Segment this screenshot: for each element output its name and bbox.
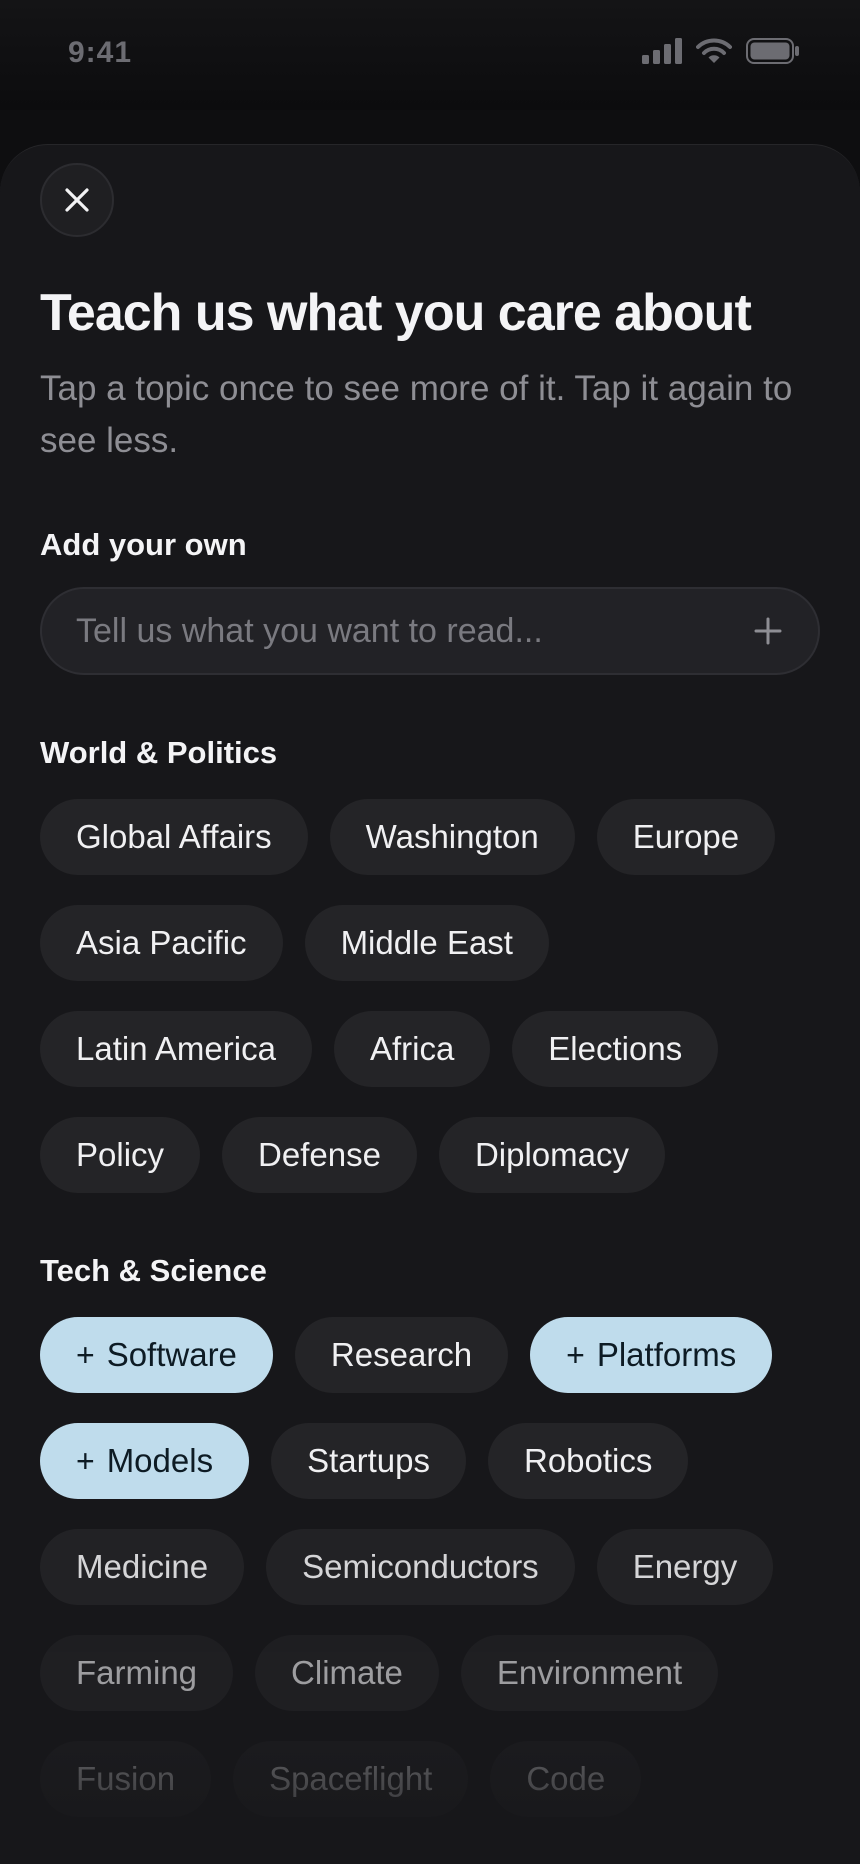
topic-chip[interactable]: Fusion	[40, 1741, 212, 1817]
topic-chip[interactable]: Diplomacy	[438, 1117, 665, 1193]
topic-chip-label: Models	[106, 1442, 214, 1479]
topic-chip[interactable]: Spaceflight	[233, 1741, 469, 1817]
topic-chip[interactable]: Elections	[512, 1011, 719, 1087]
topic-chip[interactable]: Asia Pacific	[40, 905, 283, 981]
section-title-world-politics: World & Politics	[40, 735, 278, 770]
plus-icon: +	[76, 1336, 95, 1373]
close-button[interactable]	[40, 163, 114, 237]
plus-icon: +	[566, 1336, 585, 1373]
topic-chip[interactable]: Robotics	[487, 1423, 689, 1499]
topic-chip[interactable]: Research	[294, 1317, 509, 1393]
topic-chip[interactable]: Europe	[596, 799, 776, 875]
status-bar: 9:41	[0, 0, 860, 110]
topic-chip[interactable]: Middle East	[304, 905, 549, 981]
topic-preferences-sheet: Teach us what you care about Tap a topic…	[0, 144, 860, 1864]
page-subtitle: Tap a topic once to see more of it. Tap …	[40, 369, 793, 460]
topic-chip-selected[interactable]: + Software	[40, 1317, 273, 1393]
topic-chip[interactable]: Semiconductors	[266, 1529, 575, 1605]
custom-topic-input[interactable]	[76, 589, 716, 673]
topic-chip[interactable]: Code	[490, 1741, 642, 1817]
topic-chip[interactable]: Global Affairs	[40, 799, 308, 875]
topic-chip[interactable]: Environment	[460, 1635, 719, 1711]
topic-chip[interactable]: Defense	[222, 1117, 417, 1193]
status-icons	[642, 38, 800, 64]
cellular-signal-icon	[642, 38, 682, 64]
page-title: Teach us what you care about	[40, 284, 752, 342]
plus-icon[interactable]	[752, 615, 784, 647]
section-title-tech-science: Tech & Science	[40, 1253, 267, 1288]
world-politics-topics: Global Affairs Washington Europe Asia Pa…	[40, 799, 840, 1193]
topic-chip-label: Software	[106, 1336, 237, 1373]
topic-chip-selected[interactable]: + Models	[40, 1423, 250, 1499]
status-time: 9:41	[68, 36, 133, 69]
topic-chip[interactable]: Startups	[271, 1423, 466, 1499]
wifi-icon	[696, 38, 732, 63]
topic-chip[interactable]: Latin America	[40, 1011, 312, 1087]
topic-chip[interactable]: Policy	[40, 1117, 201, 1193]
add-your-own-label: Add your own	[40, 527, 247, 562]
topic-chip[interactable]: Africa	[333, 1011, 491, 1087]
topic-chip[interactable]: Washington	[329, 799, 575, 875]
battery-icon	[746, 38, 799, 64]
topic-chip[interactable]: Farming	[40, 1635, 234, 1711]
topic-chip[interactable]: Medicine	[40, 1529, 245, 1605]
topic-chip[interactable]: Energy	[596, 1529, 774, 1605]
tech-science-topics: + Software Research + Platforms + Models St…	[40, 1317, 840, 1817]
custom-topic-field	[40, 587, 820, 675]
topic-chip-label: Platforms	[596, 1336, 737, 1373]
topic-chip[interactable]: Climate	[255, 1635, 439, 1711]
close-icon	[65, 188, 89, 212]
topic-chip-selected[interactable]: + Platforms	[530, 1317, 773, 1393]
plus-icon: +	[76, 1442, 95, 1479]
